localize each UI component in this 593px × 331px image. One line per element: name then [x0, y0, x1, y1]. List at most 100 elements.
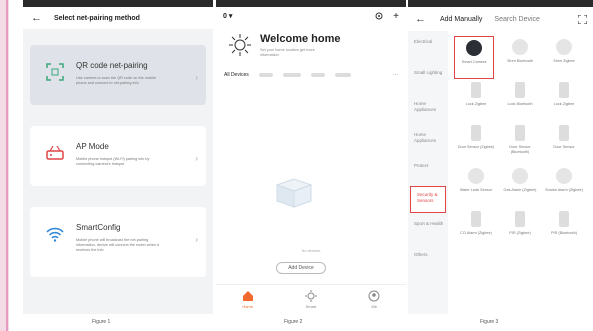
device-label: Water Leak Sensor	[459, 188, 493, 192]
device-tile[interactable]: PIR (Zigbee)	[498, 208, 542, 251]
smart-icon	[304, 290, 317, 302]
room-tab[interactable]	[310, 73, 325, 77]
device-tile[interactable]: Door Sensor (Bluetooth)	[498, 122, 542, 165]
tab-all-devices[interactable]: All Devices	[224, 72, 249, 78]
device-tile[interactable]: PIR (Bluetooth)	[542, 208, 586, 251]
add-device-button[interactable]: Add Device	[276, 262, 326, 274]
wifi-icon	[46, 227, 64, 242]
device-label: Smart Camera	[461, 60, 487, 64]
add-icon[interactable]: +	[393, 11, 399, 22]
back-arrow-icon[interactable]: ←	[31, 12, 42, 24]
device-tile[interactable]: Gas Alarm (Zigbee)	[498, 165, 542, 208]
figure-caption: Figure 1	[92, 319, 111, 325]
room-tab[interactable]	[282, 73, 301, 77]
screen-add-device: ← Add Manually Search Device Electrical S…	[408, 0, 593, 314]
device-icon	[512, 168, 528, 184]
voice-icon[interactable]	[375, 12, 383, 20]
device-icon	[515, 211, 525, 227]
figure-caption: Figure 2	[284, 319, 303, 325]
device-icon	[466, 40, 482, 56]
figure-caption: Figure 3	[480, 319, 499, 325]
category-item[interactable]: Home Appliances	[408, 124, 448, 155]
device-tile[interactable]: Smart Camera	[454, 36, 494, 79]
device-tile[interactable]: Lock Bluetooth	[498, 79, 542, 122]
option-title: SmartConfig	[76, 223, 121, 232]
category-item[interactable]: Security & Sensors	[410, 186, 446, 213]
device-icon	[471, 82, 481, 98]
option-title: QR code net-pairing	[76, 61, 148, 70]
device-grid: Smart Camera Siren Bluetooth Siren Zigbee L…	[454, 36, 590, 251]
category-item[interactable]: Small Lighting	[408, 62, 448, 93]
page-margin-bar	[0, 0, 9, 331]
nav-smart[interactable]: Smart	[304, 290, 317, 309]
device-label: Gas Alarm (Zigbee)	[503, 188, 537, 192]
tab-add-manually[interactable]: Add Manually	[440, 16, 482, 23]
device-tile[interactable]: CO Alarm (Zigbee)	[454, 208, 498, 251]
nav-me[interactable]: Me	[368, 290, 380, 309]
device-tile[interactable]: Smoke Alarm (Zigbee)	[542, 165, 586, 208]
device-tile[interactable]: Siren Bluetooth	[498, 36, 542, 79]
device-label: Lock Bluetooth	[507, 102, 533, 106]
welcome-title: Welcome home	[260, 33, 341, 45]
device-label: Lock Zigbee	[553, 102, 575, 106]
router-icon	[46, 145, 64, 160]
device-tile[interactable]: Siren Zigbee	[542, 36, 586, 79]
category-item[interactable]: Sport & Health	[408, 213, 448, 244]
device-tile[interactable]: Water Leak Sensor	[454, 165, 498, 208]
device-label: Door Sensor	[553, 145, 575, 149]
device-label: Siren Zigbee	[553, 59, 575, 63]
page-title: Select net-pairing method	[54, 14, 140, 22]
header: ← Select net-pairing method	[23, 7, 213, 29]
category-item[interactable]: Electrical	[408, 31, 448, 62]
add-device-topbar: ← Add Manually Search Device	[408, 7, 593, 31]
home-topbar: 0 ▾ +	[216, 7, 406, 25]
screen-home: 0 ▾ + Welcome home Set your home locatio…	[216, 0, 406, 314]
empty-box-icon	[275, 178, 313, 208]
device-label: PIR (Zigbee)	[509, 231, 531, 235]
option-smartconfig[interactable]: SmartConfig Mobile phone will broadcast …	[30, 207, 206, 277]
profile-icon	[368, 290, 380, 302]
room-tab[interactable]	[258, 73, 273, 77]
option-ap-mode[interactable]: AP Mode Mobile phone hotspot (Wi-Fi) pai…	[30, 126, 206, 186]
device-tile[interactable]: Door Sensor	[542, 122, 586, 165]
option-desc: Mobile phone will broadcast the net-pair…	[76, 238, 159, 252]
tab-search-device[interactable]: Search Device	[494, 16, 540, 23]
screen-net-pairing: ← Select net-pairing method QR code net-…	[23, 0, 213, 314]
device-label: Lock Zigbee	[465, 102, 487, 106]
device-tile[interactable]: Door Sensor (Zigbee)	[454, 122, 498, 165]
option-desc: Mobile phone hotspot (Wi-Fi) pairing inf…	[76, 157, 150, 166]
home-selector[interactable]: 0 ▾	[223, 12, 232, 20]
device-icon	[556, 39, 572, 55]
device-tile[interactable]: Lock Zigbee	[454, 79, 498, 122]
category-item[interactable]: Others	[408, 244, 448, 275]
category-list: Electrical Small Lighting Home Appliances H…	[408, 31, 448, 314]
device-icon	[515, 125, 525, 141]
device-label: Smoke Alarm (Zigbee)	[545, 188, 583, 192]
scan-icon[interactable]	[578, 14, 587, 24]
chevron-right-icon: ›	[195, 235, 198, 244]
nav-home[interactable]: Home	[242, 290, 254, 309]
device-icon	[559, 211, 569, 227]
device-icon	[515, 82, 525, 98]
device-label: Siren Bluetooth	[507, 59, 533, 63]
category-item[interactable]: Protect	[408, 155, 448, 186]
option-qr-code[interactable]: QR code net-pairing Use camera to scan t…	[30, 45, 206, 105]
sun-icon	[229, 34, 251, 56]
device-label: CO Alarm (Zigbee)	[460, 231, 492, 235]
welcome-banner: Welcome home Set your home location get …	[216, 25, 406, 67]
device-icon	[556, 168, 572, 184]
no-devices-text: No devices	[301, 249, 321, 253]
room-tab[interactable]	[334, 73, 351, 77]
device-icon	[559, 125, 569, 141]
status-bar	[216, 0, 406, 7]
option-desc: Use camera to scan the QR code on the mo…	[76, 76, 156, 85]
chevron-right-icon: ›	[195, 154, 198, 163]
device-icon	[468, 168, 484, 184]
device-label: Door Sensor (Zigbee)	[457, 145, 495, 149]
category-item[interactable]: Home Appliances	[408, 93, 448, 124]
device-tile[interactable]: Lock Zigbee	[542, 79, 586, 122]
back-arrow-icon[interactable]: ←	[415, 13, 426, 25]
device-icon	[471, 211, 481, 227]
home-icon	[242, 291, 253, 301]
more-icon[interactable]: ···	[393, 72, 398, 78]
